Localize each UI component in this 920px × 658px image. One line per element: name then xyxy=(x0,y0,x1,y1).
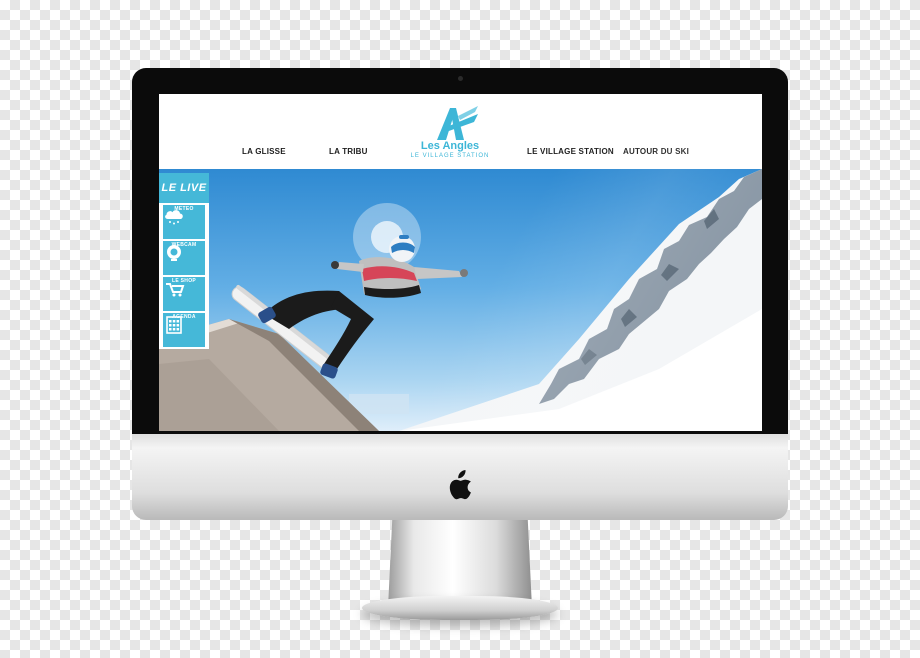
snowboarder-scene xyxy=(159,169,762,431)
logo-name: Les Angles xyxy=(420,140,480,152)
nav-autour-du-ski[interactable]: AUTOUR DU SKI xyxy=(623,147,689,156)
site-header: LA GLISSE LA TRIBU Les Angles LE VILLAGE… xyxy=(159,94,762,169)
nav-la-glisse[interactable]: LA GLISSE xyxy=(242,147,286,156)
browser-screen: LA GLISSE LA TRIBU Les Angles LE VILLAGE… xyxy=(159,94,762,431)
apple-logo-icon xyxy=(449,470,471,500)
logo-tagline: LE VILLAGE STATION xyxy=(410,153,490,159)
shop-icon xyxy=(166,283,185,297)
logo-a-icon xyxy=(437,106,478,140)
live-agenda-button[interactable]: AGENDA xyxy=(163,313,205,347)
le-live-sidebar: LE LIVE METEO WEBCAM LE SHOP AGENDA xyxy=(159,173,209,349)
live-shop-button[interactable]: LE SHOP xyxy=(163,277,205,311)
live-webcam-button[interactable]: WEBCAM xyxy=(163,241,205,275)
weather-cloud-icon xyxy=(165,210,183,225)
webcam-icon xyxy=(167,245,181,261)
camera xyxy=(458,76,463,81)
nav-la-tribu[interactable]: LA TRIBU xyxy=(329,147,368,156)
nav-le-village-station[interactable]: LE VILLAGE STATION xyxy=(527,147,614,156)
live-meteo-button[interactable]: METEO xyxy=(163,205,205,239)
imac-stand xyxy=(388,518,532,608)
imac-base xyxy=(362,596,558,620)
site-logo[interactable]: Les Angles LE VILLAGE STATION xyxy=(405,104,495,166)
hero-image: LE LIVE METEO WEBCAM LE SHOP AGENDA xyxy=(159,169,762,431)
le-live-title: LE LIVE xyxy=(159,173,209,203)
calendar-icon xyxy=(166,316,182,334)
